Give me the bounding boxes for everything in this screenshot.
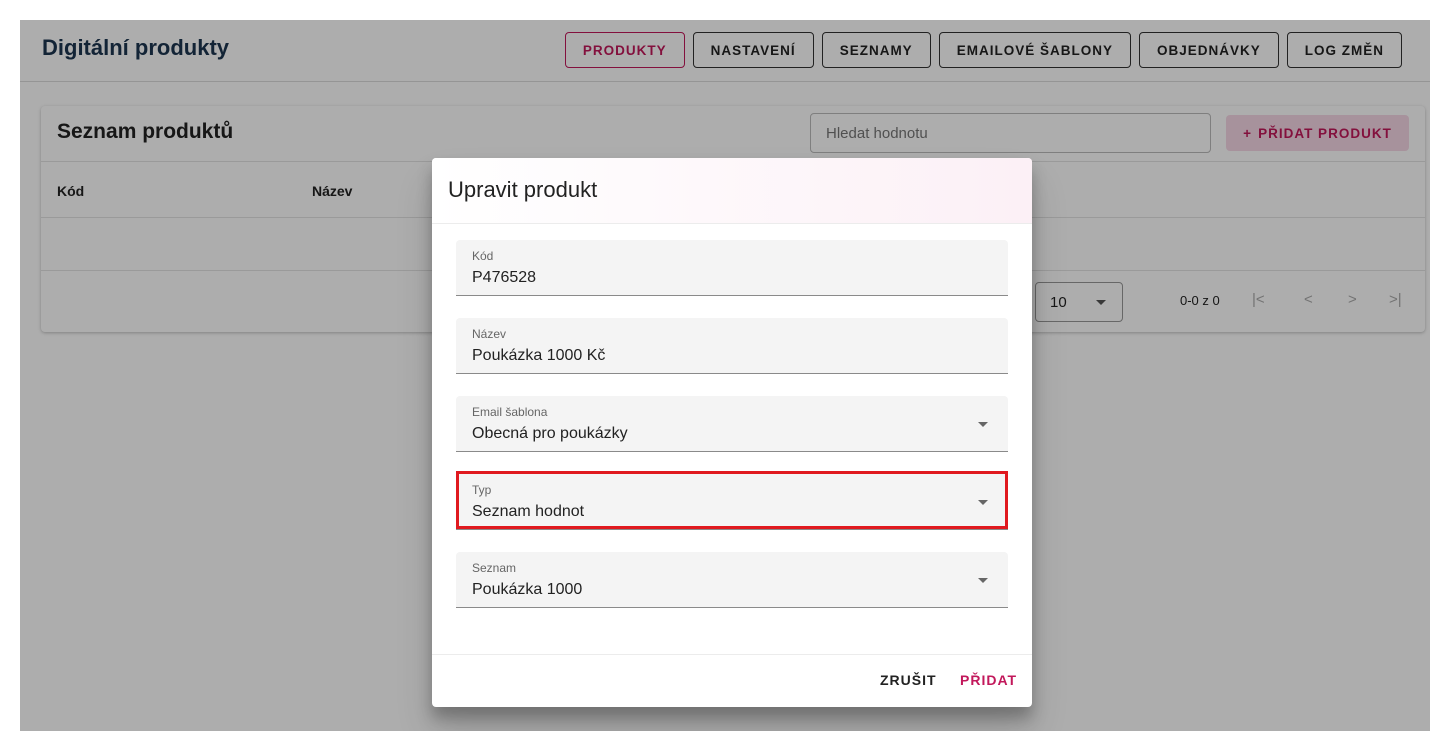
cancel-button[interactable]: ZRUŠIT <box>880 672 937 688</box>
kod-label: Kód <box>472 249 494 263</box>
dropdown-caret-icon <box>978 578 988 583</box>
dropdown-caret-icon <box>978 422 988 427</box>
kod-field[interactable]: Kód P476528 <box>456 240 1008 296</box>
edit-product-dialog: Upravit produkt Kód P476528 Název Poukáz… <box>432 158 1032 707</box>
type-value: Seznam hodnot <box>472 503 585 520</box>
type-label: Typ <box>472 483 492 497</box>
nazev-field[interactable]: Název Poukázka 1000 Kč <box>456 318 1008 374</box>
email-template-label: Email šablona <box>472 405 548 419</box>
list-value: Poukázka 1000 <box>472 581 583 598</box>
type-select[interactable]: Typ Seznam hodnot <box>456 474 1008 530</box>
dialog-footer-divider <box>432 654 1032 655</box>
dialog-header: Upravit produkt <box>432 158 1032 224</box>
dropdown-caret-icon <box>978 500 988 505</box>
dialog-title: Upravit produkt <box>448 177 598 202</box>
nazev-label: Název <box>472 327 507 341</box>
kod-value: P476528 <box>472 269 537 286</box>
list-select[interactable]: Seznam Poukázka 1000 <box>456 552 1008 608</box>
list-label: Seznam <box>472 561 517 575</box>
nazev-value: Poukázka 1000 Kč <box>472 347 606 364</box>
email-template-select[interactable]: Email šablona Obecná pro poukázky <box>456 396 1008 452</box>
app-frame: Digitální produkty PRODUKTY NASTAVENÍ SE… <box>20 20 1430 731</box>
submit-button[interactable]: PŘIDAT <box>960 672 1017 688</box>
email-template-value: Obecná pro poukázky <box>472 425 628 442</box>
